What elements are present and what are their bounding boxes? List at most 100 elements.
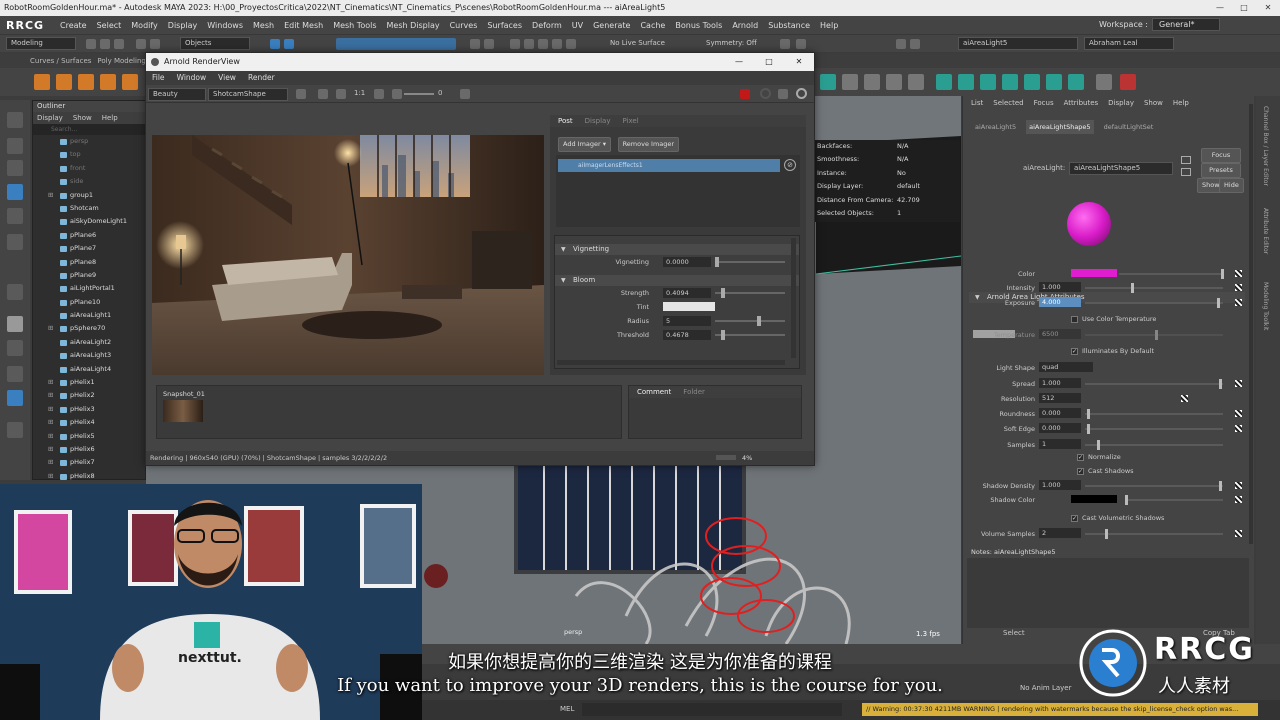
expand-icon[interactable]: ⊞ [48,430,53,443]
attr-menu-attributes[interactable]: Attributes [1064,96,1099,110]
shelf-cylinder-icon[interactable] [78,74,94,90]
redo-icon[interactable] [150,39,160,49]
attr-menu-list[interactable]: List [971,96,983,110]
threshold-slider[interactable] [715,330,785,340]
snapshot-thumbnail[interactable] [163,400,203,422]
exposure-field[interactable]: 4.000 [1039,297,1081,307]
imager-hscrollbar[interactable] [557,360,785,365]
attr-scrollbar[interactable] [1249,104,1253,544]
undo-icon[interactable] [136,39,146,49]
outliner-item[interactable]: ⊞ pHelix7 [33,456,145,469]
ratio-button[interactable]: 1:1 [354,89,365,97]
render-settings-icon[interactable] [796,39,806,49]
shelf-combine-icon[interactable] [820,74,836,90]
volume-samples-slider[interactable] [1085,529,1223,539]
tab-post[interactable]: Post [558,115,573,127]
input-icon[interactable] [566,39,576,49]
soft-edge-map-icon[interactable] [1235,425,1242,432]
shelf-torus-icon[interactable] [122,74,138,90]
outliner-item[interactable]: ⊞ pHelix6 [33,443,145,456]
strength-field[interactable]: 0.4094 [663,288,711,298]
settings-gear-icon[interactable] [796,88,807,99]
shelf-delete-history-icon[interactable] [1096,74,1112,90]
tab-modeling-toolkit[interactable]: Modeling Toolkit [1262,282,1269,330]
rv-minimize-icon[interactable]: — [724,53,754,71]
snap-surface-icon[interactable] [538,39,548,49]
outliner-search-input[interactable]: Search... [33,124,145,135]
side-by-side-icon[interactable] [7,366,23,382]
menu-bonus-tools[interactable]: Bonus Tools [675,21,722,30]
select-button[interactable]: Select [1003,629,1025,637]
intensity-map-icon[interactable] [1235,284,1242,291]
pause-icon[interactable] [910,39,920,49]
menu-create[interactable]: Create [60,21,87,30]
illuminates-by-default-checkbox[interactable]: ✓ Illuminates By Default [1071,347,1154,355]
mel-label[interactable]: MEL [560,705,574,713]
lasso-tool-icon[interactable] [7,138,23,154]
cast-volumetric-shadows-checkbox[interactable]: ✓ Cast Volumetric Shadows [1071,514,1164,522]
shadow-density-map-icon[interactable] [1235,482,1242,489]
user-account[interactable]: Abraham Leal [1084,37,1174,50]
history-icon[interactable] [552,39,562,49]
open-scene-icon[interactable] [100,39,110,49]
samples-field[interactable]: 1 [1039,439,1081,449]
outliner-item[interactable]: pPlane6 [33,229,145,242]
attr-menu-focus[interactable]: Focus [1034,96,1054,110]
shelf-cone-icon[interactable] [100,74,116,90]
imager-scrollbar[interactable] [791,238,796,358]
intensity-slider[interactable] [1085,283,1223,293]
single-view-icon[interactable] [7,316,23,332]
tab-channel-box[interactable]: Channel Box / Layer Editor [1262,106,1269,186]
attr-menu-selected[interactable]: Selected [993,96,1023,110]
snap-curve-icon[interactable] [484,39,494,49]
outliner-menu-display[interactable]: Display [37,112,63,124]
outliner-item[interactable]: pPlane7 [33,242,145,255]
snap-view-icon[interactable] [524,39,534,49]
radius-field[interactable]: 5 [663,316,711,326]
scale-tool-icon[interactable] [7,234,23,250]
menu-deform[interactable]: Deform [532,21,562,30]
vignetting-field[interactable]: 0.0000 [663,257,711,267]
tab-ailight-shape[interactable]: aiAreaLightShape5 [1026,120,1094,134]
close-icon[interactable]: ✕ [1256,0,1280,16]
shadow-density-field[interactable]: 1.000 [1039,480,1081,490]
roundness-slider[interactable] [1085,409,1223,419]
soft-edge-field[interactable]: 0.000 [1039,423,1081,433]
minimize-icon[interactable]: — [1208,0,1232,16]
samples-slider[interactable] [1085,440,1223,450]
menu-surfaces[interactable]: Surfaces [487,21,522,30]
normalize-checkbox[interactable]: ✓ Normalize [1077,453,1121,461]
expand-icon[interactable]: ⊞ [48,376,53,389]
bloom-section[interactable]: Bloom [555,275,799,286]
attr-menu-help[interactable]: Help [1173,96,1189,110]
render-icon[interactable] [780,39,790,49]
shelf-smooth-icon[interactable] [958,74,974,90]
rv-menu-window[interactable]: Window [177,71,207,85]
shelf-separate-icon[interactable] [936,74,952,90]
shelf-bevel-icon[interactable] [864,74,880,90]
outliner-item[interactable]: pPlane9 [33,269,145,282]
exposure-map-icon[interactable] [1235,299,1242,306]
shelf-sculpt-icon[interactable] [842,74,858,90]
snapshot-icon[interactable] [778,89,788,99]
exposure-icon[interactable] [392,89,402,99]
outliner-item[interactable]: front [33,162,145,175]
volume-samples-map-icon[interactable] [1235,530,1242,537]
outliner-item[interactable]: pPlane10 [33,296,145,309]
resolution-map-icon[interactable] [1181,395,1188,402]
menu-help[interactable]: Help [820,21,838,30]
imager-list-item[interactable]: aiImagerLensEffects1 [558,159,780,172]
select-by-hierarchy-icon[interactable] [270,39,280,49]
soft-edge-slider[interactable] [1085,424,1223,434]
goto-input-icon[interactable] [1181,156,1191,164]
remove-imager-button[interactable]: Remove Imager [617,137,680,152]
outliner-item[interactable]: Shotcam [33,202,145,215]
mel-input[interactable] [582,703,842,716]
expand-icon[interactable]: ⊞ [48,389,53,402]
focus-button[interactable]: Focus [1201,148,1241,163]
expand-icon[interactable]: ⊞ [48,443,53,456]
shadow-color-swatch[interactable] [1071,495,1117,503]
isolate-icon[interactable] [460,89,470,99]
rv-menu-file[interactable]: File [152,71,165,85]
node-name-field[interactable]: aiAreaLightShape5 [1069,162,1173,175]
